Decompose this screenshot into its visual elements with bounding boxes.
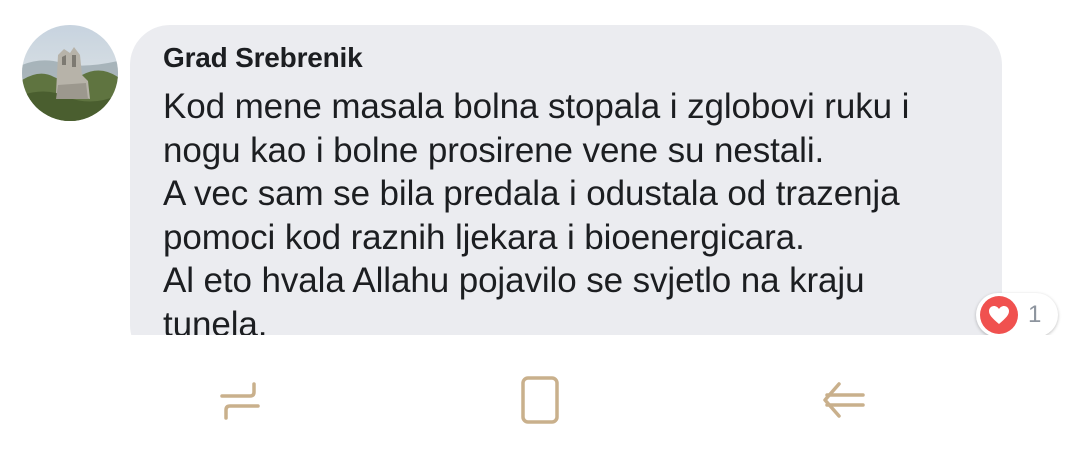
back-button[interactable] [808, 365, 878, 435]
navigation-bar [0, 335, 1080, 460]
comment-bubble[interactable]: Grad Srebrenik Kod mene masala bolna sto… [130, 25, 1002, 335]
comment-author[interactable]: Grad Srebrenik [163, 42, 363, 74]
home-icon [521, 376, 559, 424]
recent-apps-icon [220, 382, 260, 420]
home-button[interactable] [505, 365, 575, 435]
reaction-badge[interactable]: 1 [976, 293, 1058, 335]
reaction-count: 1 [1028, 301, 1042, 328]
recent-apps-button[interactable] [205, 365, 275, 435]
back-icon [823, 382, 865, 418]
castle-photo-icon [22, 25, 118, 121]
heart-icon [980, 296, 1018, 334]
comment-area: Grad Srebrenik Kod mene masala bolna sto… [0, 0, 1080, 335]
comment-text: Kod mene masala bolna stopala i zglobovi… [163, 87, 910, 335]
avatar[interactable] [22, 25, 118, 121]
